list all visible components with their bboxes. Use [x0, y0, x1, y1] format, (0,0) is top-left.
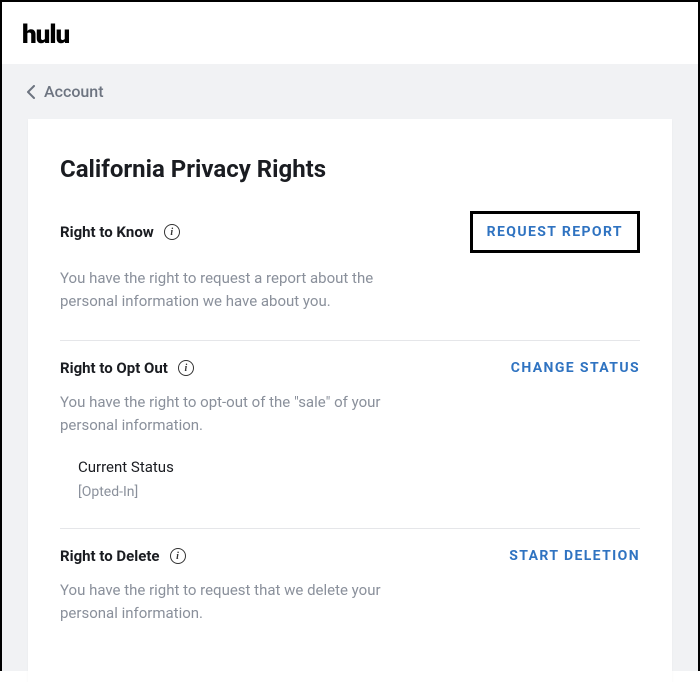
section-head: Right to Delete i START DELETION: [60, 547, 640, 565]
section-title: Right to Know: [60, 223, 154, 241]
change-status-button[interactable]: CHANGE STATUS: [511, 360, 640, 376]
section-title: Right to Delete: [60, 547, 160, 565]
status-value: [Opted-In]: [78, 484, 640, 500]
section-head: Right to Know i REQUEST REPORT: [60, 211, 640, 253]
section-right-to-delete: Right to Delete i START DELETION You hav…: [60, 529, 640, 652]
request-report-button[interactable]: REQUEST REPORT: [470, 211, 640, 253]
start-deletion-button[interactable]: START DELETION: [509, 548, 640, 564]
info-icon[interactable]: i: [170, 548, 186, 564]
privacy-card: California Privacy Rights Right to Know …: [28, 119, 672, 682]
section-description: You have the right to request that we de…: [60, 579, 420, 624]
section-title: Right to Opt Out: [60, 359, 168, 377]
breadcrumb-back[interactable]: Account: [2, 64, 698, 119]
status-block: Current Status [Opted-In]: [60, 436, 640, 500]
section-description: You have the right to request a report a…: [60, 267, 420, 312]
app-header: hulu: [2, 2, 698, 64]
section-title-wrap: Right to Opt Out i: [60, 359, 194, 377]
page-title: California Privacy Rights: [60, 155, 640, 183]
status-label: Current Status: [78, 458, 640, 476]
brand-logo: hulu: [22, 20, 678, 50]
section-head: Right to Opt Out i CHANGE STATUS: [60, 359, 640, 377]
chevron-left-icon: [26, 85, 36, 99]
content-area: Account California Privacy Rights Right …: [2, 64, 698, 671]
info-icon[interactable]: i: [164, 224, 180, 240]
section-description: You have the right to opt-out of the "sa…: [60, 391, 420, 436]
section-title-wrap: Right to Know i: [60, 223, 180, 241]
section-right-to-opt-out: Right to Opt Out i CHANGE STATUS You hav…: [60, 341, 640, 528]
section-title-wrap: Right to Delete i: [60, 547, 186, 565]
breadcrumb-label: Account: [44, 82, 104, 101]
section-right-to-know: Right to Know i REQUEST REPORT You have …: [60, 211, 640, 340]
info-icon[interactable]: i: [178, 360, 194, 376]
